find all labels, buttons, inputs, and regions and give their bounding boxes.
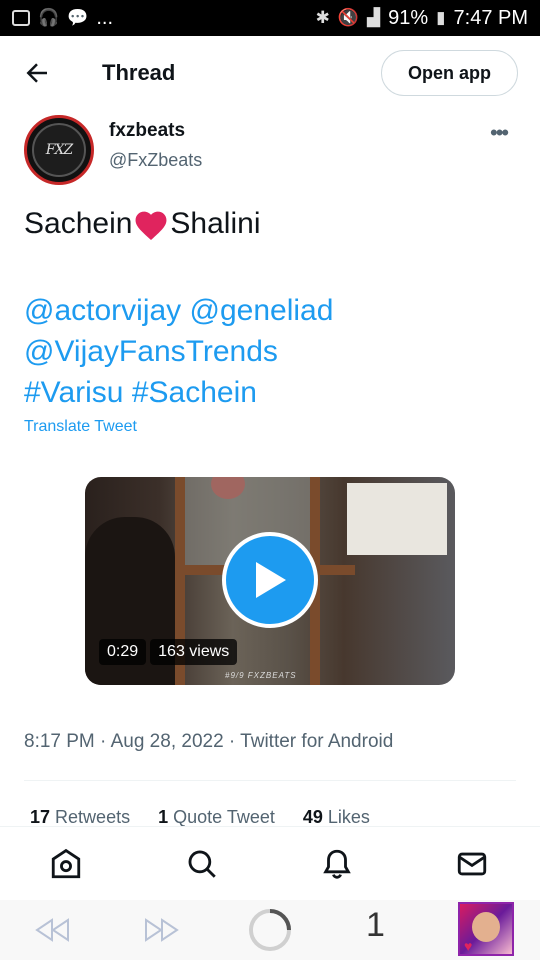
search-icon[interactable]	[185, 847, 219, 881]
bluetooth-icon: ✱	[315, 8, 330, 27]
rewind-back-icon[interactable]	[34, 916, 72, 944]
tweet-text: Sachein Shalini	[24, 207, 260, 241]
likes-stat[interactable]: 49 Likes	[303, 807, 370, 828]
battery-percent: 91%	[388, 6, 429, 29]
author-handle[interactable]: @FxZbeats	[109, 150, 202, 171]
tweet-links: @actorvijay @geneliad @VijayFansTrends #…	[24, 290, 333, 413]
tweet-text-after: Shalini	[170, 207, 261, 240]
battery-icon: ▮	[436, 8, 446, 27]
chat-icon: 💬	[67, 8, 89, 27]
messages-mail-icon[interactable]	[455, 847, 489, 881]
likes-count: 49	[302, 807, 323, 827]
heart-emoji-icon	[135, 211, 167, 240]
video-paper	[347, 483, 447, 555]
status-dots: ...	[96, 6, 114, 29]
thread-header: Thread Open app	[0, 36, 540, 110]
translate-tweet-link[interactable]: Translate Tweet	[24, 418, 137, 436]
headset-icon: 🎧	[38, 8, 60, 27]
notifications-bell-icon[interactable]	[320, 847, 354, 881]
open-app-button[interactable]: Open app	[381, 50, 518, 96]
play-button[interactable]	[222, 532, 318, 628]
mentions-line-1[interactable]: @actorvijay @geneliad	[24, 290, 333, 331]
engagement-counts: 17 Retweets 1 Quote Tweet 49 Likes	[30, 807, 370, 828]
divider	[24, 780, 516, 781]
retweets-stat[interactable]: 17 Retweets	[30, 807, 130, 828]
video-watermark: #9/9 FXZBEATS	[225, 671, 297, 680]
video-player[interactable]: 0:29 163 views #9/9 FXZBEATS	[85, 477, 455, 685]
bottom-nav	[0, 826, 540, 900]
mentions-line-2[interactable]: @VijayFansTrends	[24, 331, 333, 372]
tweet-meta: 8:17 PM · Aug 28, 2022 · Twitter for And…	[24, 731, 394, 752]
status-right: ✱ 🔇 ▟ 91% ▮ 7:47 PM	[316, 7, 528, 30]
status-left: 🎧 💬 ...	[12, 7, 113, 30]
author-name[interactable]: fxzbeats	[109, 120, 185, 142]
image-icon	[12, 10, 30, 26]
home-icon[interactable]	[49, 847, 83, 881]
tweet-text-before: Sachein	[24, 207, 133, 240]
forward-icon[interactable]	[142, 916, 180, 944]
mute-icon: 🔇	[337, 8, 360, 27]
signal-icon: ▟	[367, 8, 381, 27]
video-duration: 0:29	[99, 639, 147, 665]
profile-heart-icon: ♥	[464, 938, 473, 954]
loading-spinner-icon[interactable]	[247, 907, 293, 953]
quotes-stat[interactable]: 1 Quote Tweet	[158, 807, 275, 828]
status-bar: 🎧 💬 ... ✱ 🔇 ▟ 91% ▮ 7:47 PM	[0, 0, 540, 36]
avatar[interactable]: FXZ	[24, 115, 94, 185]
back-arrow-icon[interactable]	[22, 58, 52, 88]
retweets-count: 17	[30, 807, 51, 827]
profile-face	[472, 912, 500, 942]
play-icon	[256, 562, 286, 598]
clock: 7:47 PM	[453, 6, 528, 29]
page-title: Thread	[102, 60, 176, 85]
quotes-count: 1	[158, 807, 169, 827]
more-options-icon[interactable]: •••	[490, 120, 509, 146]
quotes-label: Quote Tweet	[173, 807, 275, 827]
video-views: 163 views	[150, 639, 238, 665]
avatar-logo: FXZ	[32, 123, 86, 177]
tab-count[interactable]: 1	[366, 906, 385, 945]
retweets-label: Retweets	[55, 807, 131, 827]
hashtags-line[interactable]: #Varisu #Sachein	[24, 372, 333, 413]
profile-thumbnail[interactable]: ♥	[458, 902, 514, 956]
likes-label: Likes	[327, 807, 370, 827]
video-stats: 0:29 163 views	[99, 639, 238, 665]
